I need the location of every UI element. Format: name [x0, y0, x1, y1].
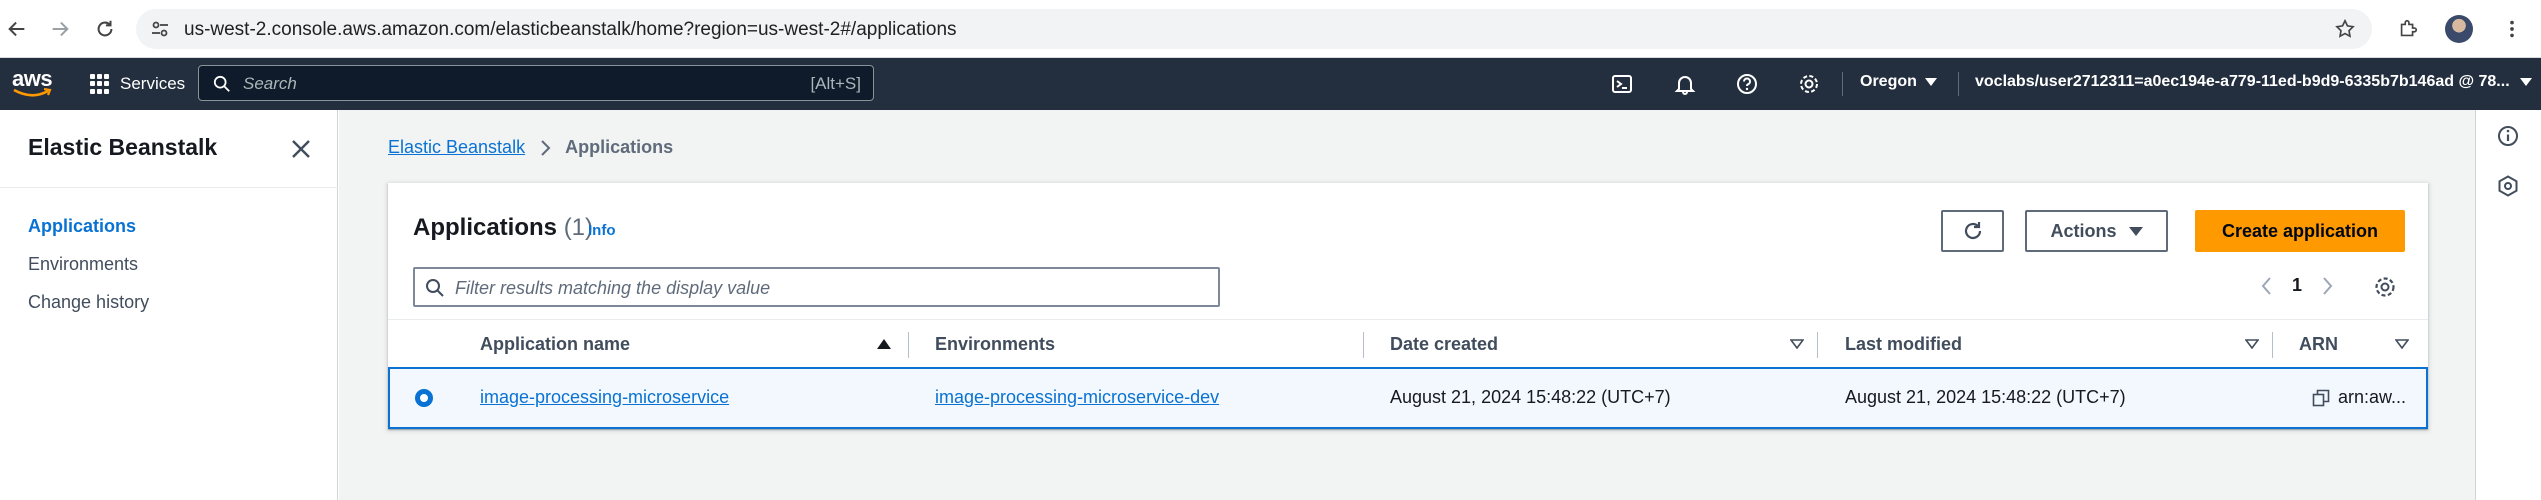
tools-rail: [2475, 110, 2541, 500]
caret-down-icon: [1924, 78, 1937, 86]
notifications-button[interactable]: [1673, 72, 1697, 96]
settings-button[interactable]: [1797, 72, 1821, 96]
chevron-right-icon: [541, 139, 551, 156]
column-header-application-name[interactable]: Application name: [480, 334, 630, 355]
create-application-button[interactable]: Create application: [2195, 210, 2405, 252]
forward-button[interactable]: [45, 14, 75, 44]
bookmark-star-icon[interactable]: [2334, 18, 2356, 40]
grid-icon: [90, 74, 110, 94]
filter-input[interactable]: Filter results matching the display valu…: [413, 267, 1220, 307]
address-bar[interactable]: us-west-2.console.aws.amazon.com/elastic…: [136, 9, 2372, 49]
search-icon: [426, 279, 444, 297]
divider: [0, 187, 338, 188]
column-divider[interactable]: [1817, 332, 1818, 358]
arn-value: arn:aw...: [2338, 387, 2407, 407]
sort-indicator-icon[interactable]: [2245, 339, 2259, 349]
aws-logo[interactable]: aws: [12, 66, 56, 100]
sort-indicator-icon[interactable]: [1790, 339, 1804, 349]
side-navigation: Elastic Beanstalk Applications Environme…: [0, 110, 338, 500]
column-divider[interactable]: [2272, 332, 2273, 358]
back-arrow-icon: [8, 21, 25, 37]
side-nav-title[interactable]: Elastic Beanstalk: [28, 134, 217, 161]
row-select-radio[interactable]: [415, 389, 433, 407]
cloudshell-icon: [1612, 75, 1632, 93]
services-menu[interactable]: Services: [90, 70, 185, 98]
avatar: [2445, 15, 2473, 43]
filter-placeholder: Filter results matching the display valu…: [455, 278, 771, 298]
copy-icon[interactable]: [2312, 389, 2330, 407]
account-menu[interactable]: voclabs/user2712311=a0ec194e-a779-11ed-b…: [1975, 73, 2532, 91]
gear-icon: [1800, 75, 1818, 93]
refresh-button[interactable]: [1941, 210, 2004, 252]
account-label: voclabs/user2712311=a0ec194e-a779-11ed-b…: [1975, 73, 2510, 90]
sort-ascending-icon[interactable]: [877, 339, 891, 349]
table-header-title: Applications (1): [413, 214, 593, 242]
column-header-arn[interactable]: ARN: [2299, 334, 2338, 355]
preferences-gear-icon[interactable]: [2373, 275, 2397, 299]
search-shortcut: [Alt+S]: [810, 74, 861, 93]
reload-button[interactable]: [90, 14, 120, 44]
caret-down-icon: [2519, 78, 2532, 86]
column-header-environments[interactable]: Environments: [935, 334, 1055, 355]
reload-icon: [97, 20, 113, 37]
table-row[interactable]: image-processing-microservice image-proc…: [388, 367, 2428, 429]
search-placeholder: Search: [243, 74, 297, 93]
region-selector[interactable]: Oregon: [1860, 73, 1937, 91]
application-name-link[interactable]: image-processing-microservice: [480, 387, 729, 408]
applications-table-container: Applications (1) Info Actions Create app…: [388, 183, 2428, 429]
page-number[interactable]: 1: [2292, 275, 2302, 296]
more-vertical-icon: [2510, 20, 2514, 38]
bell-icon: [1674, 76, 1696, 95]
pagination: 1: [2260, 275, 2334, 296]
services-label: Services: [120, 74, 186, 93]
region-label: Oregon: [1860, 73, 1917, 90]
breadcrumb-link-elastic-beanstalk[interactable]: Elastic Beanstalk: [388, 137, 525, 158]
info-link[interactable]: Info: [588, 222, 616, 239]
back-button[interactable]: [2, 14, 32, 44]
help-icon: [1737, 74, 1757, 94]
actions-label: Actions: [2050, 220, 2117, 241]
chevron-right-icon[interactable]: [2322, 276, 2334, 296]
close-icon[interactable]: [288, 136, 314, 162]
info-icon[interactable]: [2496, 124, 2520, 148]
browser-toolbar: us-west-2.console.aws.amazon.com/elastic…: [0, 0, 2541, 58]
hexagon-settings-icon[interactable]: [2496, 174, 2520, 198]
breadcrumb: Elastic Beanstalk Applications: [388, 137, 673, 158]
nav-divider: [1842, 72, 1843, 96]
chevron-left-icon[interactable]: [2260, 276, 2272, 296]
aws-search-input[interactable]: Search [Alt+S]: [198, 65, 874, 101]
nav-divider: [1958, 72, 1959, 96]
search-icon: [213, 75, 230, 92]
date-created-cell: August 21, 2024 15:48:22 (UTC+7): [1390, 387, 1671, 407]
table-header: Application name Environments Date creat…: [388, 319, 2428, 367]
sidebar-item-environments[interactable]: Environments: [28, 254, 138, 275]
aws-smile-icon: [13, 88, 52, 97]
forward-arrow-icon: [52, 21, 69, 37]
column-header-last-modified[interactable]: Last modified: [1845, 334, 1962, 355]
table-title: Applications: [413, 214, 558, 241]
main-content: Elastic Beanstalk Applications Applicati…: [339, 110, 2475, 500]
refresh-icon: [1964, 222, 1981, 240]
profile-button[interactable]: [2444, 14, 2474, 44]
browser-menu-button[interactable]: [2497, 14, 2527, 44]
url-text[interactable]: us-west-2.console.aws.amazon.com/elastic…: [184, 19, 957, 41]
arn-cell: arn:aw...: [2312, 387, 2406, 408]
sidebar-item-applications[interactable]: Applications: [28, 216, 136, 237]
column-divider[interactable]: [908, 332, 909, 358]
environment-link[interactable]: image-processing-microservice-dev: [935, 387, 1219, 408]
cloudshell-button[interactable]: [1610, 72, 1634, 96]
last-modified-cell: August 21, 2024 15:48:22 (UTC+7): [1845, 387, 2126, 407]
extensions-button[interactable]: [2393, 14, 2423, 44]
help-button[interactable]: [1735, 72, 1759, 96]
puzzle-icon: [2400, 19, 2418, 37]
aws-top-nav: aws Services Search [Alt+S] Oregon vocla…: [0, 58, 2541, 110]
column-divider[interactable]: [1363, 332, 1364, 358]
site-info-icon[interactable]: [150, 19, 170, 39]
actions-button[interactable]: Actions: [2025, 210, 2168, 252]
breadcrumb-current: Applications: [565, 137, 674, 157]
sort-indicator-icon[interactable]: [2395, 339, 2409, 349]
sidebar-item-change-history[interactable]: Change history: [28, 292, 149, 313]
caret-down-icon: [2128, 226, 2143, 236]
column-header-date-created[interactable]: Date created: [1390, 334, 1498, 355]
